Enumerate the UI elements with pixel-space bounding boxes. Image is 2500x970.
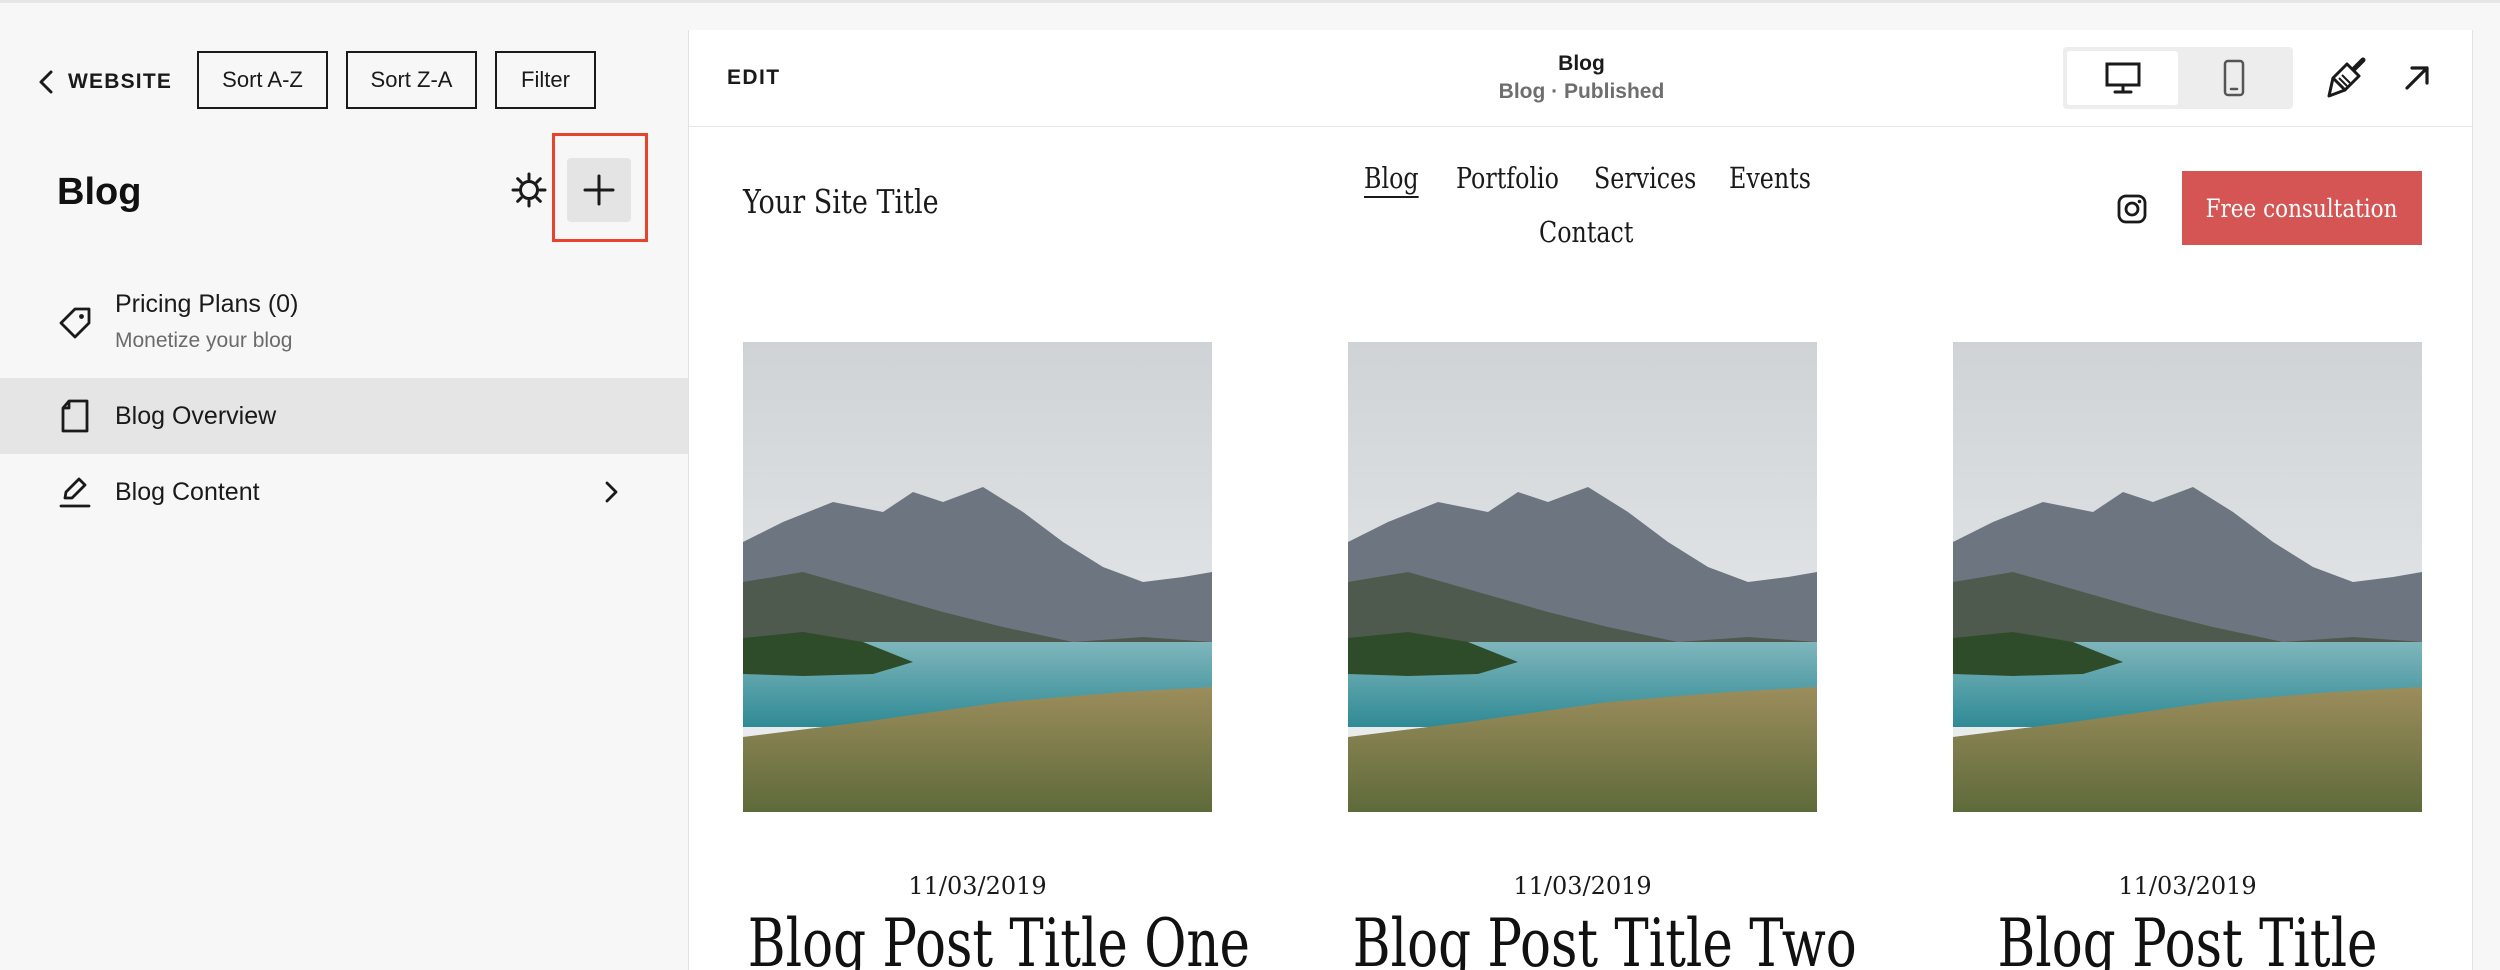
post-title[interactable]: Blog Post Title Two	[1353, 907, 1857, 970]
back-link-label: WEBSITE	[68, 70, 173, 93]
sort-a-z-button[interactable]: Sort A-Z	[197, 51, 328, 109]
preview-toolbar: EDIT Blog Blog · Published	[689, 30, 2472, 127]
blog-post-card[interactable]: 11/03/2019 Blog Post Title	[1953, 342, 2422, 970]
blog-post-card[interactable]: 11/03/2019 Blog Post Title Two	[1348, 342, 1857, 970]
gear-icon[interactable]	[510, 171, 548, 209]
nav-link-services[interactable]: Services	[1594, 161, 1696, 195]
back-to-website-link[interactable]: WEBSITE	[36, 65, 172, 99]
post-title[interactable]: Blog Post Title	[1958, 907, 2417, 970]
nav-link-events[interactable]: Events	[1729, 161, 1811, 195]
post-date: 11/03/2019	[2118, 872, 2257, 900]
post-date: 11/03/2019	[908, 872, 1047, 900]
post-thumbnail-image[interactable]	[1348, 342, 1817, 812]
post-thumbnail-image[interactable]	[743, 342, 1212, 812]
post-title[interactable]: Blog Post Title One	[748, 907, 1250, 970]
desktop-icon	[2105, 62, 2140, 94]
site-preview: EDIT Blog Blog · Published Your Site Tit…	[688, 30, 2473, 970]
plus-icon	[583, 174, 615, 206]
open-external-icon[interactable]	[2401, 62, 2433, 94]
device-toggle	[2063, 47, 2293, 109]
edit-pen-icon	[59, 477, 91, 508]
instagram-icon[interactable]	[2116, 193, 2148, 225]
panel-item-blog-content[interactable]: Blog Content	[0, 454, 688, 530]
mobile-view-button[interactable]	[2178, 51, 2289, 105]
chevron-left-icon	[39, 70, 53, 94]
desktop-view-button[interactable]	[2067, 51, 2178, 105]
add-page-button[interactable]	[567, 158, 631, 222]
pricing-plans-label: Pricing Plans (0)	[115, 290, 299, 318]
left-panel: WEBSITE Sort A-Z Sort Z-A Filter Blog Pr…	[0, 3, 688, 970]
free-consultation-button[interactable]: Free consultation	[2182, 171, 2422, 245]
nav-link-blog[interactable]: Blog	[1364, 161, 1419, 195]
post-date: 11/03/2019	[1513, 872, 1652, 900]
blog-content-label: Blog Content	[115, 478, 260, 506]
filter-button[interactable]: Filter	[495, 51, 596, 109]
panel-item-pricing-plans[interactable]: Pricing Plans (0) Monetize your blog	[0, 268, 688, 378]
blog-overview-label: Blog Overview	[115, 402, 277, 430]
site-title[interactable]: Your Site Title	[743, 182, 939, 221]
nav-link-portfolio[interactable]: Portfolio	[1456, 161, 1559, 195]
pricing-plans-sublabel: Monetize your blog	[115, 329, 293, 352]
mobile-icon	[2223, 59, 2244, 97]
tag-icon	[59, 307, 91, 339]
paintbrush-icon[interactable]	[2325, 56, 2369, 100]
sort-z-a-button[interactable]: Sort Z-A	[346, 51, 477, 109]
cta-label: Free consultation	[2206, 193, 2398, 223]
nav-link-contact[interactable]: Contact	[1539, 215, 1633, 249]
blog-post-card[interactable]: 11/03/2019 Blog Post Title One	[743, 342, 1250, 970]
panel-title: Blog	[57, 171, 142, 213]
chevron-right-icon	[605, 481, 618, 503]
panel-item-blog-overview[interactable]: Blog Overview	[0, 378, 688, 454]
post-thumbnail-image[interactable]	[1953, 342, 2422, 812]
page-icon	[61, 399, 89, 433]
